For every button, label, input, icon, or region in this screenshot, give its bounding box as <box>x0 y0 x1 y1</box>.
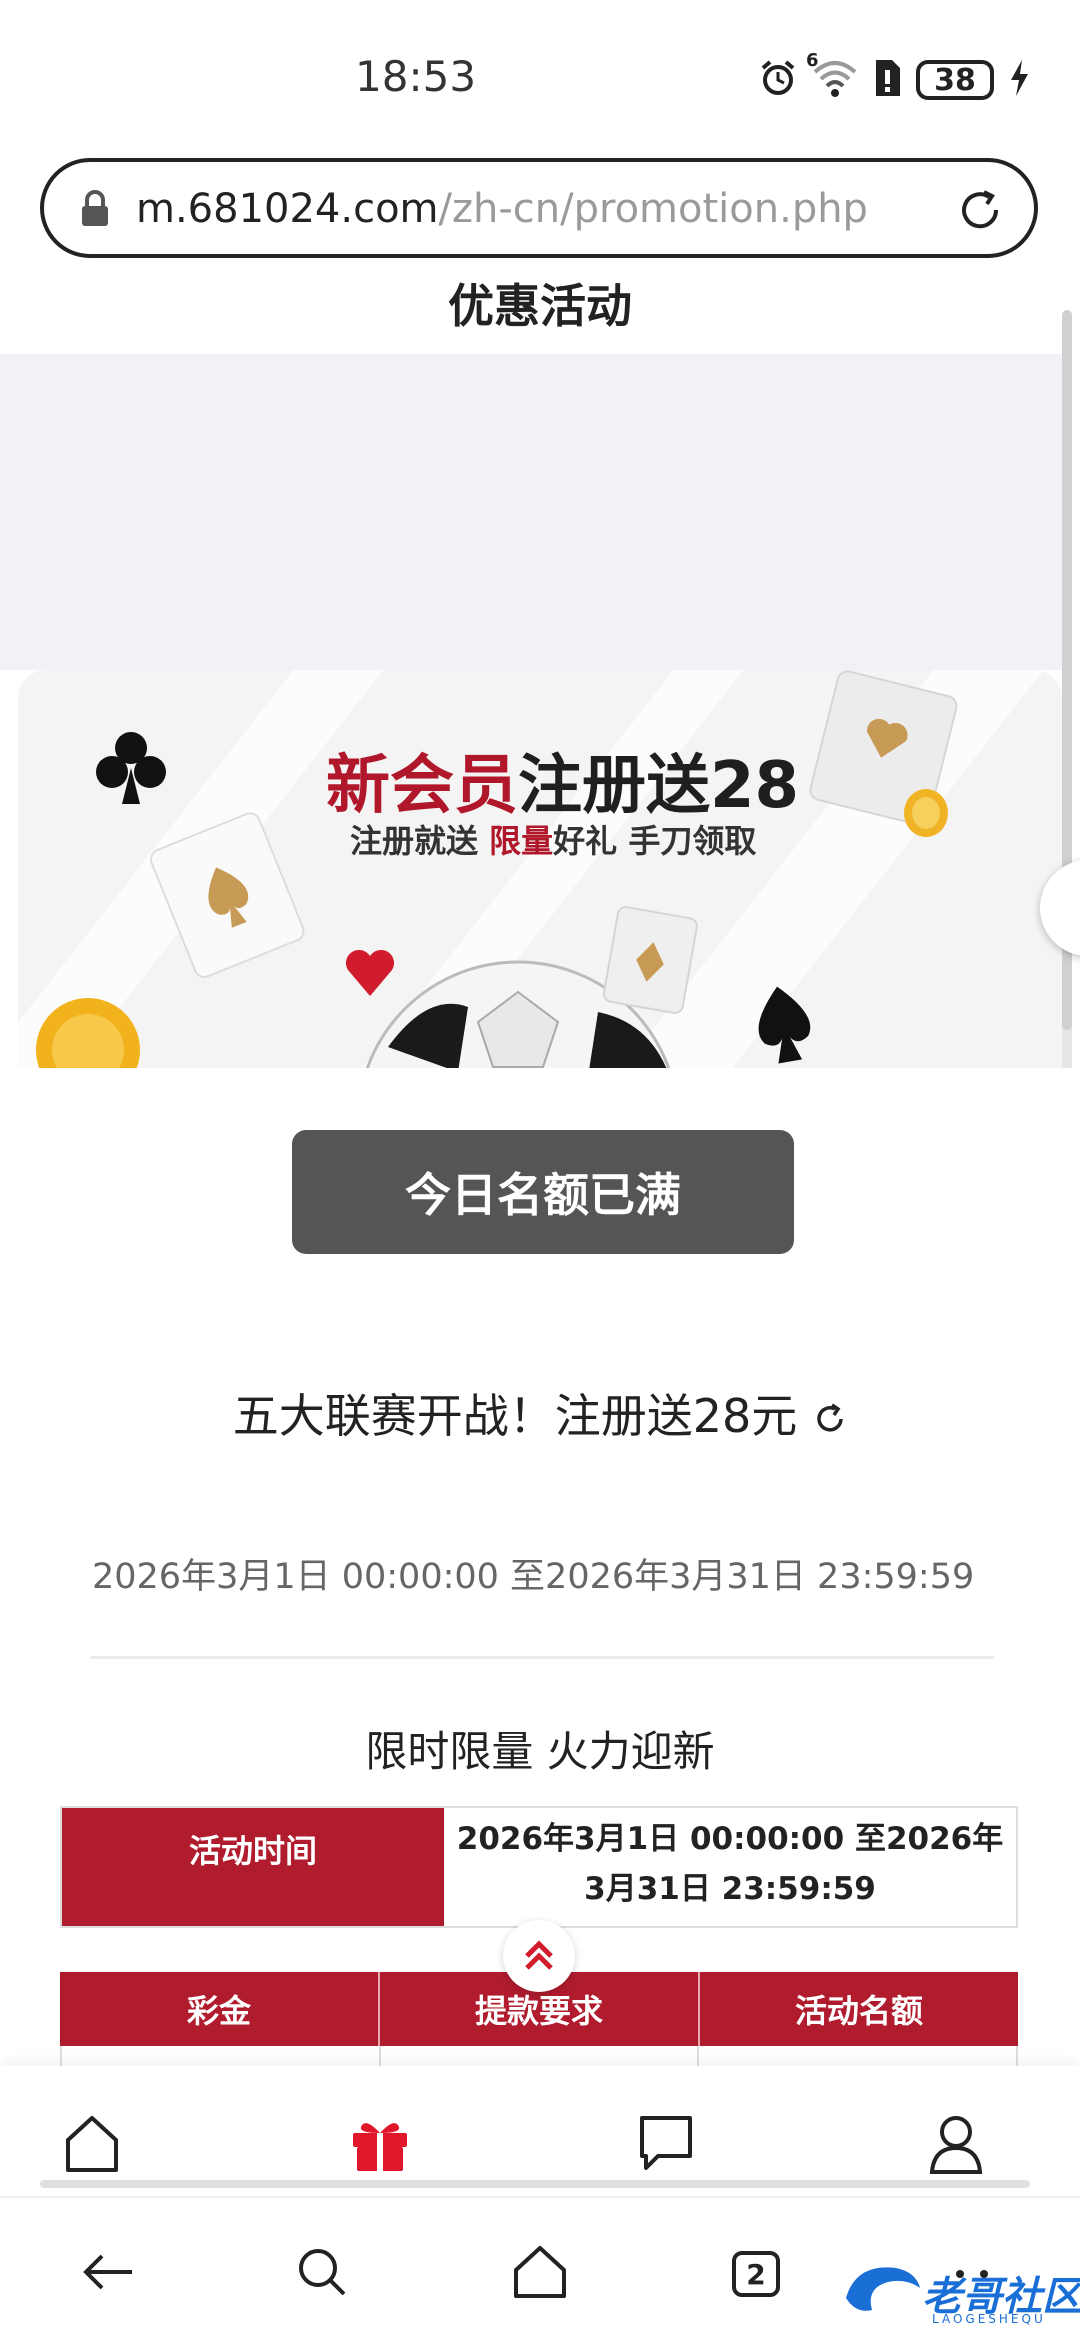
status-time: 18:53 <box>355 52 477 101</box>
home-icon <box>512 2244 568 2304</box>
double-chevron-up-icon <box>519 1934 559 1978</box>
refresh-icon[interactable] <box>813 1393 847 1447</box>
activity-time-label: 活动时间 <box>62 1808 444 1926</box>
banner-title: 新会员注册送28 <box>326 734 799 826</box>
url-path: /zh-cn/promotion.php <box>438 186 868 232</box>
watermark-subtext: LAOGESHEQU <box>932 2312 1046 2326</box>
status-icons: 6 38 <box>758 50 1030 105</box>
club-icon <box>94 728 168 812</box>
network-badge: 6 <box>806 50 819 71</box>
address-bar[interactable]: m.681024.com/zh-cn/promotion.php <box>40 158 1038 258</box>
banner-sub-red: 限量 <box>489 822 554 860</box>
battery-indicator: 38 <box>916 60 994 100</box>
nav-promotions[interactable] <box>350 2114 410 2178</box>
browser-home-button[interactable] <box>508 2242 572 2306</box>
gold-coin-icon <box>898 785 954 845</box>
dragon-logo-icon <box>836 2258 926 2332</box>
browser-toolbar: 2 老哥社区 LAOGESHEQU <box>0 2196 1080 2342</box>
quota-full-button[interactable]: 今日名额已满 <box>292 1130 794 1254</box>
lock-icon <box>80 190 110 232</box>
gift-icon <box>351 2115 409 2177</box>
promotion-title: 五大联赛开战！注册送28元 <box>0 1380 1080 1447</box>
nav-home[interactable] <box>62 2114 122 2178</box>
page-background <box>0 354 1062 670</box>
header-quota: 活动名额 <box>700 1972 1018 2046</box>
banner-subtitle: 注册就送 限量好礼 手刀领取 <box>350 816 756 862</box>
url-text[interactable]: m.681024.com/zh-cn/promotion.php <box>136 186 868 232</box>
promotion-date-range: 2026年3月1日 00:00:00 至2026年3月31日 23:59:59 <box>92 1557 975 1597</box>
page-header: 优惠活动 <box>0 260 1080 354</box>
activity-time-value: 2026年3月1日 00:00:00 至2026年3月31日 23:59:59 <box>456 1821 1004 1907</box>
sim-alert-icon <box>872 58 902 102</box>
reload-icon[interactable] <box>956 186 1004 238</box>
search-icon <box>296 2246 348 2302</box>
banner-title-rest: 注册送28 <box>518 749 800 823</box>
scroll-top-button[interactable] <box>503 1920 575 1992</box>
page-title: 优惠活动 <box>448 279 632 333</box>
promotion-title-text: 五大联赛开战！注册送28元 <box>232 1389 798 1443</box>
watermark-logo: 老哥社区 LAOGESHEQU <box>836 2256 1080 2328</box>
status-bar: 18:53 6 38 <box>0 0 1080 150</box>
browser-back-button[interactable] <box>76 2242 140 2306</box>
tabs-icon: 2 <box>732 2251 780 2297</box>
section-title: 限时限量 火力迎新 <box>365 1727 715 1776</box>
browser-tabs-button[interactable]: 2 <box>724 2242 788 2306</box>
nav-divider <box>40 2180 1030 2188</box>
app-bottom-nav <box>0 2066 1080 2196</box>
alarm-icon <box>758 58 798 102</box>
divider <box>90 1656 994 1659</box>
nav-profile[interactable] <box>926 2114 986 2178</box>
spade-icon <box>735 975 833 1068</box>
home-icon <box>64 2114 120 2178</box>
back-icon <box>80 2252 136 2296</box>
chat-icon <box>638 2114 694 2178</box>
banner-title-red: 新会员 <box>326 749 518 823</box>
header-bonus: 彩金 <box>60 1972 380 2046</box>
url-host: m.681024.com <box>136 186 439 232</box>
activity-time-table: 活动时间 2026年3月1日 00:00:00 至2026年3月31日 23:5… <box>60 1806 1018 1928</box>
banner-sub-pre: 注册就送 <box>350 822 490 860</box>
charging-icon <box>1008 58 1030 102</box>
nav-messages[interactable] <box>636 2114 696 2178</box>
browser-search-button[interactable] <box>290 2242 354 2306</box>
banner-sub-post: 好礼 手刀领取 <box>553 822 757 860</box>
profile-icon <box>928 2114 984 2178</box>
promotion-content: 今日名额已满 五大联赛开战！注册送28元 2026年3月1日 00:00:00 … <box>0 1068 1080 2078</box>
playing-card-diamond <box>600 903 701 1020</box>
wifi-icon: 6 <box>806 50 858 102</box>
promo-banner[interactable]: 新会员注册送28 注册就送 限量好礼 手刀领取 <box>18 670 1062 1068</box>
coin-icon <box>28 990 148 1068</box>
